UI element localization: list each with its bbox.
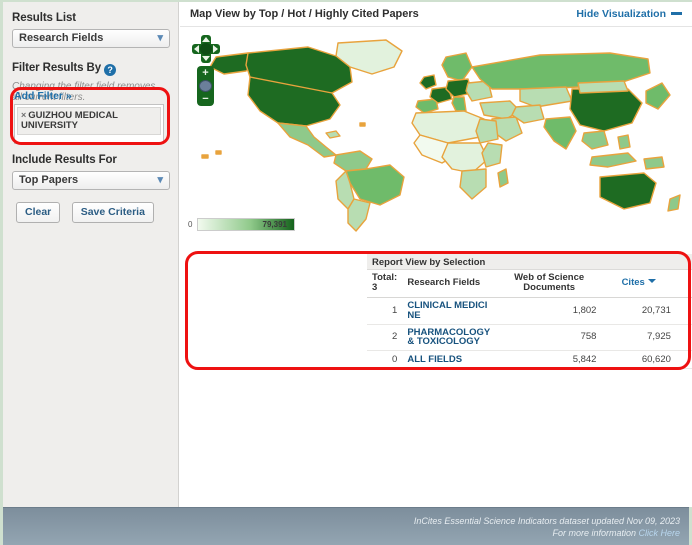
main-panel: Map View by Top / Hot / Highly Cited Pap… [180,2,692,507]
row-cites: 60,620 [601,350,676,370]
sort-descending-icon [647,279,656,283]
row-rank: 0 [367,350,403,370]
pan-left-icon[interactable] [194,45,199,53]
save-criteria-button[interactable]: Save Criteria [71,202,154,223]
map-title: Map View by Top / Hot / Highly Cited Pap… [190,8,419,20]
row-rank: 1 [367,297,403,325]
research-field-link[interactable]: CLINICAL MEDICINE [407,301,492,320]
footer-dataset-line: InCites Essential Science Indicators dat… [413,516,680,526]
row-cites-per-paper: 10.38 [675,350,692,370]
results-list-heading: Results List [12,12,76,24]
help-icon[interactable]: ? [104,64,117,76]
add-filter-link[interactable]: Add Filter » [14,90,166,102]
table-header-row: Total: 3 Research Fields Web of Science … [367,270,692,298]
total-value: 3 [372,282,378,293]
report-header: Report View by Selection Customize [367,254,692,270]
world-map[interactable]: + − 0 79,391 [180,27,692,237]
filter-chip-label: GUIZHOU MEDICAL UNIVERSITY [21,110,118,131]
include-results-block: Include Results For Top Papers ▾ [12,154,170,204]
results-list-value: Research Fields [19,32,104,44]
zoom-in-icon[interactable]: + [197,68,214,79]
report-view-panel: Report View by Selection Customize Total… [367,254,692,370]
table-body: 1 CLINICAL MEDICINE 1,802 20,731 11.50 1… [367,297,692,370]
row-wos-documents: 758 [496,324,602,351]
hide-visualization-link[interactable]: Hide Visualization [576,8,682,20]
sort-cites-link[interactable]: Cites [622,277,656,288]
row-wos-documents: 5,842 [496,350,602,370]
click-here-link[interactable]: Click Here [638,528,680,538]
map-legend: 0 79,391 [188,218,295,231]
row-cites: 7,925 [601,324,676,351]
pan-right-icon[interactable] [213,45,218,53]
row-cites: 20,731 [601,297,676,325]
column-cites-per-paper: Cites/Paper [675,270,692,298]
row-wos-documents: 1,802 [496,297,602,325]
table-row[interactable]: 1 CLINICAL MEDICINE 1,802 20,731 11.50 1… [367,297,692,325]
report-title: Report View by Selection [372,257,486,268]
filter-chip[interactable]: × GUIZHOU MEDICAL UNIVERSITY [17,107,161,135]
row-cites-per-paper: 10.46 [675,324,692,351]
results-table: Total: 3 Research Fields Web of Science … [367,270,692,370]
legend-max-label: 79,391 [262,220,287,229]
table-row[interactable]: 2 PHARMACOLOGY & TOXICOLOGY 758 7,925 10… [367,324,692,351]
table-row[interactable]: 0 ALL FIELDS 5,842 60,620 10.38 44 [367,350,692,370]
zoom-slider[interactable]: + − [197,66,214,106]
row-research-field[interactable]: PHARMACOLOGY & TOXICOLOGY [402,324,497,351]
minus-icon [671,12,682,15]
column-cites[interactable]: Cites [601,270,676,298]
add-filter-block: Add Filter » × GUIZHOU MEDICAL UNIVERSITY [14,90,166,144]
footer: InCites Essential Science Indicators dat… [3,507,689,545]
map-controls[interactable]: + − [192,35,222,106]
column-wos-documents: Web of Science Documents [496,270,602,298]
chevron-down-icon: ▾ [157,174,163,186]
filter-results-heading: Filter Results By? [12,62,169,76]
zoom-slider-handle[interactable] [199,80,212,92]
row-research-field[interactable]: CLINICAL MEDICINE [402,297,497,325]
row-cites-per-paper: 11.50 [675,297,692,325]
filter-chip-list: × GUIZHOU MEDICAL UNIVERSITY [14,104,164,144]
column-total: Total: 3 [367,270,403,298]
legend-min-label: 0 [188,220,193,229]
criteria-button-row: Clear Save Criteria [16,202,161,223]
clear-button[interactable]: Clear [16,202,61,223]
research-field-link[interactable]: PHARMACOLOGY & TOXICOLOGY [407,327,492,347]
pan-up-icon[interactable] [202,37,210,42]
include-results-value: Top Papers [19,174,79,186]
incites-esi-page: Results List Research Fields ▾ Filter Re… [0,0,692,545]
sidebar: Results List Research Fields ▾ Filter Re… [3,2,179,507]
footer-info-line: For more information Click Here [552,528,680,538]
world-map-svg [201,39,681,232]
column-research-fields: Research Fields [402,270,497,298]
zoom-out-icon[interactable]: − [197,94,214,105]
row-rank: 2 [367,324,403,351]
map-header: Map View by Top / Hot / Highly Cited Pap… [180,2,692,27]
research-field-link[interactable]: ALL FIELDS [407,354,462,365]
include-results-select[interactable]: Top Papers ▾ [12,171,170,190]
chevron-down-icon: ▾ [157,32,163,44]
include-results-heading: Include Results For [12,154,117,166]
table-header: Total: 3 Research Fields Web of Science … [367,270,692,298]
row-research-field[interactable]: ALL FIELDS [402,350,497,370]
results-list-select[interactable]: Research Fields ▾ [12,29,170,48]
pan-control-icon[interactable] [192,35,220,63]
remove-filter-icon[interactable]: × [21,110,26,120]
pan-down-icon[interactable] [202,56,210,61]
